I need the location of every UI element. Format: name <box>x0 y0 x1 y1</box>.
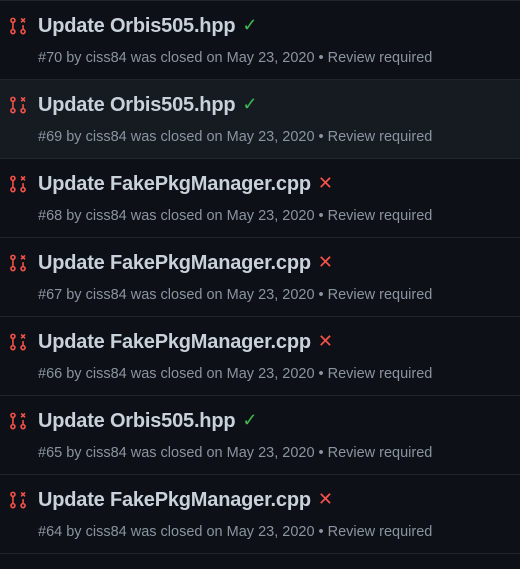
by-label: by <box>66 445 82 461</box>
review-status: Review required <box>327 129 433 145</box>
pull-request-title-link[interactable]: Update Orbis505.hpp ✓ <box>38 94 257 117</box>
git-pull-request-closed-icon <box>10 96 26 114</box>
by-label: by <box>66 208 82 224</box>
pull-request-number[interactable]: #64 <box>38 524 62 540</box>
pull-request-number[interactable]: #66 <box>38 366 62 382</box>
pull-request-meta: #68 by ciss84 was closed on May 23, 2020… <box>38 208 432 224</box>
by-label: by <box>66 366 82 382</box>
x-icon[interactable]: ✕ <box>318 331 333 352</box>
pull-request-title[interactable]: Update FakePkgManager.cpp <box>38 252 311 274</box>
by-label: by <box>66 50 82 66</box>
closed-date: was closed on May 23, 2020 <box>130 208 315 224</box>
separator-dot: • <box>318 287 324 303</box>
check-icon[interactable]: ✓ <box>242 15 257 36</box>
pull-request-row[interactable]: Update FakePkgManager.cpp ✕ #66 by ciss84… <box>0 317 520 396</box>
check-icon[interactable]: ✓ <box>242 410 257 431</box>
git-pull-request-closed-icon <box>10 491 26 509</box>
author-link[interactable]: ciss84 <box>86 445 127 461</box>
check-icon[interactable]: ✓ <box>242 94 257 115</box>
separator-dot: • <box>318 208 324 224</box>
x-icon[interactable]: ✕ <box>318 489 333 510</box>
pull-request-list: Update Orbis505.hpp ✓ #70 by ciss84 was c… <box>0 0 520 569</box>
pull-request-title[interactable]: Update FakePkgManager.cpp <box>38 489 311 511</box>
review-status: Review required <box>327 524 433 540</box>
git-pull-request-closed-icon <box>10 254 26 272</box>
pull-request-number[interactable]: #70 <box>38 50 62 66</box>
author-link[interactable]: ciss84 <box>86 366 127 382</box>
pull-request-row[interactable]: Update FakePkgManager.cpp ✕ #67 by ciss84… <box>0 238 520 317</box>
author-link[interactable]: ciss84 <box>86 287 127 303</box>
pull-request-title[interactable]: Update Orbis505.hpp <box>38 15 236 37</box>
closed-date: was closed on May 23, 2020 <box>130 287 315 303</box>
separator-dot: • <box>318 445 324 461</box>
author-link[interactable]: ciss84 <box>86 50 127 66</box>
pull-request-title[interactable]: Update FakePkgManager.cpp <box>38 331 311 353</box>
x-icon[interactable]: ✕ <box>318 173 333 194</box>
pull-request-meta: #67 by ciss84 was closed on May 23, 2020… <box>38 287 432 303</box>
git-pull-request-closed-icon <box>10 17 26 35</box>
closed-date: was closed on May 23, 2020 <box>130 50 315 66</box>
author-link[interactable]: ciss84 <box>86 524 127 540</box>
review-status: Review required <box>327 366 433 382</box>
separator-dot: • <box>318 366 324 382</box>
pull-request-title[interactable]: Update Orbis505.hpp <box>38 94 236 116</box>
by-label: by <box>66 524 82 540</box>
closed-date: was closed on May 23, 2020 <box>130 445 315 461</box>
pull-request-number[interactable]: #69 <box>38 129 62 145</box>
git-pull-request-closed-icon <box>10 412 26 430</box>
pull-request-meta: #66 by ciss84 was closed on May 23, 2020… <box>38 366 432 382</box>
separator-dot: • <box>318 524 324 540</box>
pull-request-title[interactable]: Update FakePkgManager.cpp <box>38 173 311 195</box>
pull-request-title-link[interactable]: Update FakePkgManager.cpp ✕ <box>38 331 333 354</box>
author-link[interactable]: ciss84 <box>86 129 127 145</box>
pull-request-row[interactable]: Update Orbis505.hpp ✓ #69 by ciss84 was c… <box>0 80 520 159</box>
pull-request-title-link[interactable]: Update FakePkgManager.cpp ✕ <box>38 252 333 275</box>
pull-request-title-link[interactable]: Update FakePkgManager.cpp ✕ <box>38 173 333 196</box>
pull-request-meta: #64 by ciss84 was closed on May 23, 2020… <box>38 524 432 540</box>
closed-date: was closed on May 23, 2020 <box>130 366 315 382</box>
pull-request-row[interactable]: Update Orbis505.hpp ✓ #65 by ciss84 was c… <box>0 396 520 475</box>
x-icon[interactable]: ✕ <box>318 252 333 273</box>
by-label: by <box>66 129 82 145</box>
author-link[interactable]: ciss84 <box>86 208 127 224</box>
review-status: Review required <box>327 445 433 461</box>
pull-request-row[interactable]: Update FakePkgManager.cpp ✕ #68 by ciss84… <box>0 159 520 238</box>
pull-request-title[interactable]: Update Orbis505.hpp <box>38 410 236 432</box>
git-pull-request-closed-icon <box>10 333 26 351</box>
pull-request-meta: #69 by ciss84 was closed on May 23, 2020… <box>38 129 432 145</box>
pull-request-number[interactable]: #65 <box>38 445 62 461</box>
separator-dot: • <box>318 129 324 145</box>
closed-date: was closed on May 23, 2020 <box>130 129 315 145</box>
by-label: by <box>66 287 82 303</box>
pull-request-meta: #70 by ciss84 was closed on May 23, 2020… <box>38 50 432 66</box>
review-status: Review required <box>327 50 433 66</box>
git-pull-request-closed-icon <box>10 175 26 193</box>
review-status: Review required <box>327 287 433 303</box>
pull-request-title-link[interactable]: Update Orbis505.hpp ✓ <box>38 15 257 38</box>
pull-request-number[interactable]: #67 <box>38 287 62 303</box>
pull-request-row[interactable]: Update Orbis505.hpp ✓ #70 by ciss84 was c… <box>0 1 520 80</box>
pull-request-meta: #65 by ciss84 was closed on May 23, 2020… <box>38 445 432 461</box>
separator-dot: • <box>318 50 324 66</box>
review-status: Review required <box>327 208 433 224</box>
pull-request-row[interactable]: Update FakePkgManager.cpp ✕ #64 by ciss84… <box>0 475 520 554</box>
pull-request-title-link[interactable]: Update Orbis505.hpp ✓ <box>38 410 257 433</box>
pull-request-title-link[interactable]: Update FakePkgManager.cpp ✕ <box>38 489 333 512</box>
closed-date: was closed on May 23, 2020 <box>130 524 315 540</box>
pull-request-number[interactable]: #68 <box>38 208 62 224</box>
